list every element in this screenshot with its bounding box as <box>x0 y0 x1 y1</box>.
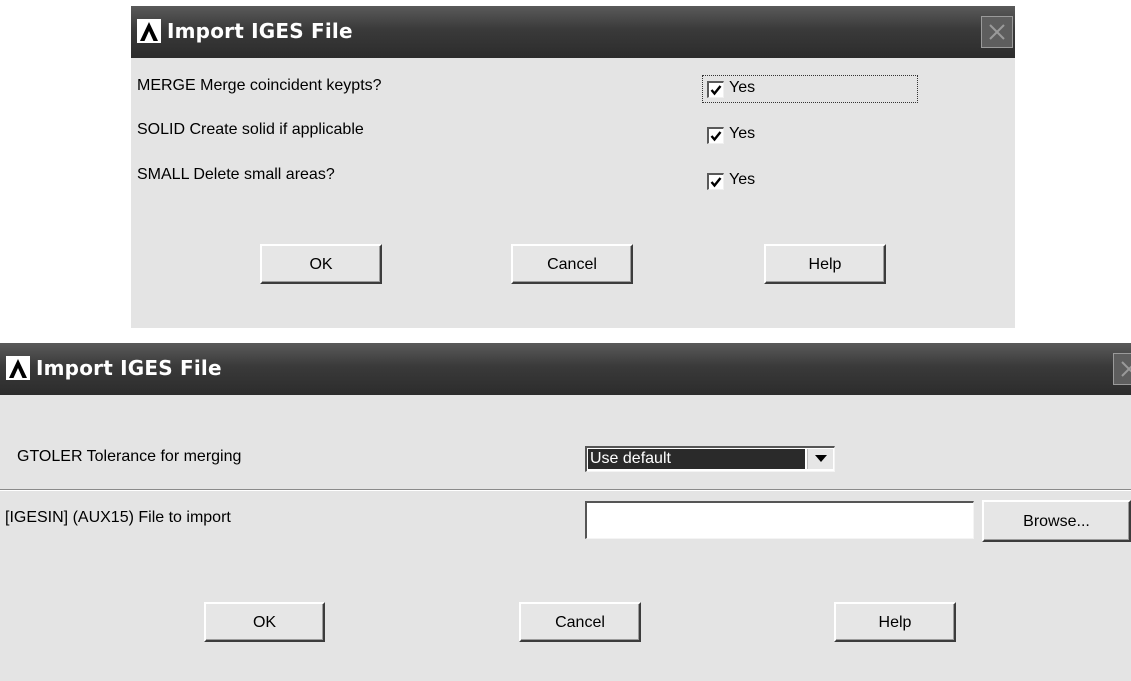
file-label: [IGESIN] (AUX15) File to import <box>5 509 231 526</box>
checkmark-icon <box>710 177 722 188</box>
ok-button[interactable]: OK <box>204 602 325 642</box>
dialog-title: Import IGES File <box>167 19 353 43</box>
close-icon <box>1121 361 1131 377</box>
cancel-button[interactable]: Cancel <box>519 602 641 642</box>
cancel-button[interactable]: Cancel <box>511 244 633 284</box>
import-iges-file-dialog: Import IGES File GTOLER Tolerance for me… <box>0 343 1131 681</box>
import-iges-options-dialog: Import IGES File MERGE Merge coincident … <box>131 6 1015 328</box>
title-bar[interactable]: Import IGES File <box>0 343 1131 395</box>
close-button[interactable] <box>981 16 1013 48</box>
small-label: SMALL Delete small areas? <box>137 166 335 183</box>
solid-label: SOLID Create solid if applicable <box>137 121 364 138</box>
merge-checkbox[interactable]: Yes <box>702 75 918 103</box>
checkbox-box[interactable] <box>707 173 724 190</box>
merge-label: MERGE Merge coincident keypts? <box>137 77 382 94</box>
small-checkbox[interactable]: Yes <box>703 168 773 194</box>
gtoler-selected-value: Use default <box>588 449 805 469</box>
checkmark-icon <box>710 131 722 142</box>
ansys-logo-icon <box>137 19 161 43</box>
ansys-logo-icon <box>6 356 30 380</box>
small-checkbox-label: Yes <box>729 171 756 188</box>
dropdown-button[interactable] <box>807 449 833 469</box>
help-button[interactable]: Help <box>764 244 886 284</box>
dialog-title: Import IGES File <box>36 356 222 380</box>
dropdown-arrow-icon <box>815 455 827 462</box>
checkbox-box[interactable] <box>707 127 724 144</box>
title-bar[interactable]: Import IGES File <box>131 6 1015 58</box>
solid-checkbox[interactable]: Yes <box>703 122 773 148</box>
section-divider <box>0 489 1131 491</box>
merge-checkbox-label: Yes <box>729 79 756 96</box>
checkbox-box[interactable] <box>707 81 724 98</box>
gtoler-select[interactable]: Use default <box>585 446 835 472</box>
close-icon <box>989 24 1005 40</box>
gtoler-label: GTOLER Tolerance for merging <box>17 448 242 465</box>
browse-button[interactable]: Browse... <box>982 500 1131 542</box>
solid-checkbox-label: Yes <box>729 125 756 142</box>
help-button[interactable]: Help <box>834 602 956 642</box>
file-path-input[interactable] <box>585 501 974 539</box>
close-button[interactable] <box>1113 353 1131 385</box>
checkmark-icon <box>710 85 722 96</box>
ok-button[interactable]: OK <box>260 244 382 284</box>
